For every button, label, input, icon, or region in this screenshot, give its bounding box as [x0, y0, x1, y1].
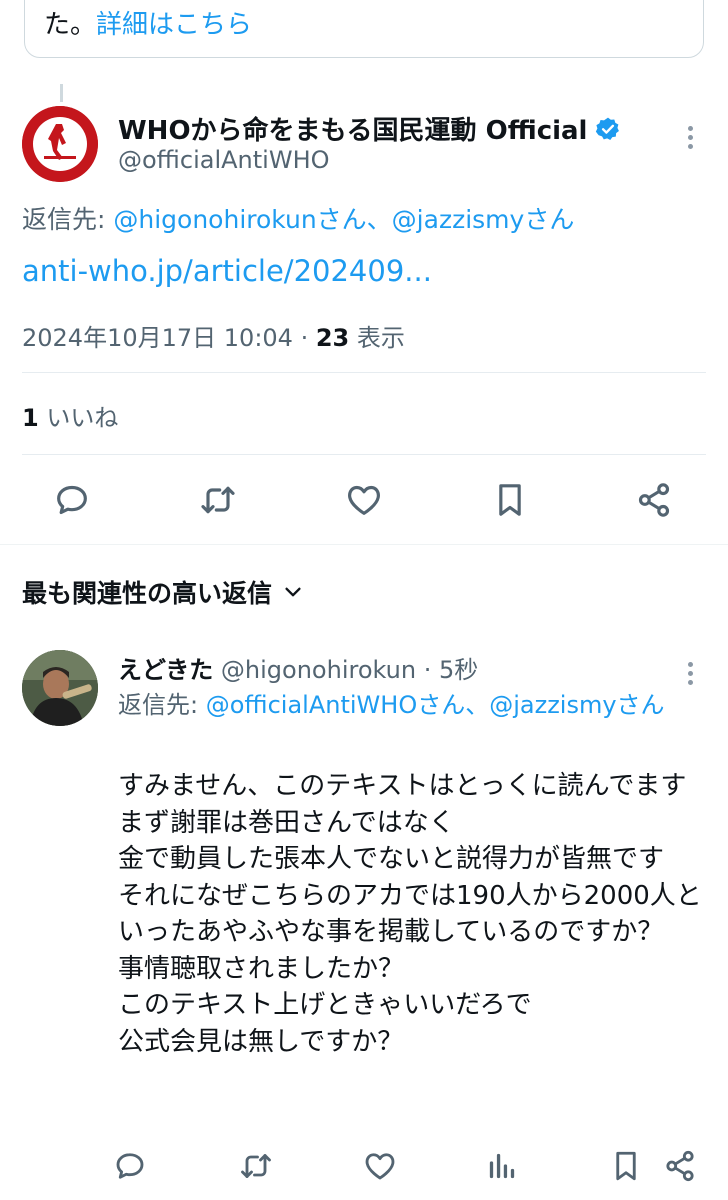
bookmark-icon[interactable]	[490, 480, 530, 520]
reply-icon[interactable]	[52, 480, 92, 520]
quoted-card-prefix: た。	[44, 10, 97, 40]
views-count: 23	[315, 324, 350, 352]
reply-to-label: 返信先:	[118, 691, 206, 719]
reply-to-label: 返信先:	[22, 205, 114, 234]
reply-sort-dropdown[interactable]: 最も関連性の高い返信	[22, 574, 304, 610]
section-separator	[0, 544, 728, 545]
meta-separator: ·	[292, 324, 316, 352]
avatar[interactable]	[22, 106, 98, 182]
reply-to-users[interactable]: @higonohirokunさん、@jazzismyさん	[113, 205, 574, 234]
author-handle[interactable]: @officialAntiWHO	[118, 146, 330, 174]
reply-to-line: 返信先: @officialAntiWHOさん、@jazzismyさん	[118, 688, 708, 722]
author-name-row: WHOから命をまもる国民運動 Official	[118, 110, 621, 147]
reply-sort-label: 最も関連性の高い返信	[22, 579, 273, 608]
quoted-card-text: た。詳細はこちら	[44, 4, 252, 41]
reply-icon[interactable]	[112, 1148, 148, 1184]
analytics-icon[interactable]	[484, 1148, 520, 1184]
article-link[interactable]: anti-who.jp/article/202409...	[22, 254, 432, 288]
likes-count: 1	[22, 404, 39, 432]
tweet-timestamp[interactable]: 2024年10月17日 10:04	[22, 324, 293, 352]
retweet-icon[interactable]	[198, 480, 238, 520]
heart-icon[interactable]	[344, 480, 384, 520]
share-icon[interactable]	[634, 480, 674, 520]
reply-header: えどきた @higonohirokun · 5秒	[118, 650, 478, 685]
reply-to-users[interactable]: @officialAntiWHOさん、@jazzismyさん	[206, 691, 665, 719]
views-label: 表示	[349, 324, 405, 352]
verified-badge-icon	[596, 117, 620, 140]
reply-to-line: 返信先: @higonohirokunさん、@jazzismyさん	[22, 200, 574, 236]
reply-author-name[interactable]: えどきた	[118, 656, 213, 684]
thread-connector-line	[60, 84, 63, 102]
reply-avatar[interactable]	[22, 650, 98, 726]
likes-row[interactable]: 1 いいね	[22, 398, 118, 433]
retweet-icon[interactable]	[238, 1148, 274, 1184]
more-options-icon[interactable]	[688, 658, 694, 689]
user-photo-icon	[22, 650, 98, 726]
divider	[22, 372, 706, 373]
bookmark-icon[interactable]	[608, 1148, 644, 1184]
author-display-name[interactable]: WHOから命をまもる国民運動 Official	[118, 110, 587, 147]
org-logo-icon	[22, 106, 98, 182]
chevron-down-icon	[285, 587, 301, 597]
details-link[interactable]: 詳細はこちら	[96, 10, 252, 40]
reply-time[interactable]: · 5秒	[416, 656, 479, 684]
heart-icon[interactable]	[362, 1148, 398, 1184]
more-options-icon[interactable]	[688, 122, 694, 153]
reply-author-handle[interactable]: @higonohirokun	[221, 656, 416, 684]
divider	[22, 454, 706, 455]
tweet-meta: 2024年10月17日 10:04 · 23 表示	[22, 318, 405, 353]
likes-label: いいね	[38, 404, 119, 432]
share-icon[interactable]	[662, 1148, 698, 1184]
reply-body-text: すみません、このテキストはとっくに読んでます まず謝罪は巻田さんではなく 金で動…	[118, 771, 702, 1057]
